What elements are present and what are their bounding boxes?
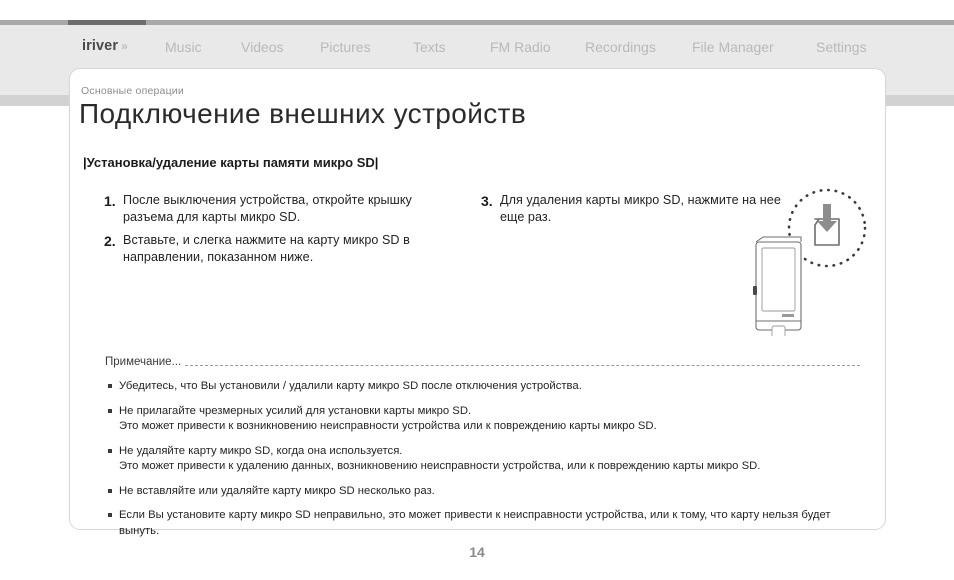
note-item: Не вставляйте или удаляйте карту микро S… <box>108 484 870 500</box>
heading-bar-right: | <box>374 155 379 170</box>
step-item: 3. Для удаления карты микро SD, нажмите н… <box>481 192 781 225</box>
section-heading: |Установка/удаление карты памяти микро S… <box>83 155 378 170</box>
bullet-square-icon <box>108 404 119 435</box>
step-item: 1. После выключения устройства, откройте … <box>104 192 449 225</box>
note-list: Убедитесь, что Вы установили / удалили к… <box>108 379 870 548</box>
nav-brand-iriver[interactable]: iriver» <box>82 38 128 54</box>
nav-item-file-manager[interactable]: File Manager <box>692 39 774 55</box>
nav-item-recordings[interactable]: Recordings <box>585 39 656 55</box>
nav-item-label: Texts <box>413 39 446 55</box>
note-text-line1: Не вставляйте или удаляйте карту микро S… <box>119 484 435 497</box>
steps-left-column: 1. После выключения устройства, откройте … <box>104 192 449 272</box>
device-illustration <box>742 186 872 340</box>
step-number: 3. <box>481 193 493 209</box>
nav-item-texts[interactable]: Texts <box>413 39 446 55</box>
nav-item-label: Videos <box>241 39 284 55</box>
note-divider <box>185 365 860 366</box>
note-text: Убедитесь, что Вы установили / удалили к… <box>119 379 582 395</box>
page-title: Подключение внешних устройств <box>79 98 527 129</box>
note-text: Если Вы установите карту микро SD неправ… <box>119 508 870 539</box>
note-text-line1: Не прилагайте чрезмерных усилий для уста… <box>119 404 472 417</box>
chevron-right-icon: » <box>121 39 128 53</box>
note-text: Не удаляйте карту микро SD, когда она ис… <box>119 444 760 475</box>
nav-item-pictures[interactable]: Pictures <box>320 39 371 55</box>
note-text: Не прилагайте чрезмерных усилий для уста… <box>119 404 657 435</box>
page-number: 14 <box>469 544 485 560</box>
section-heading-label: Установка/удаление карты памяти микро SD <box>86 155 375 170</box>
note-item: Убедитесь, что Вы установили / удалили к… <box>108 379 870 395</box>
nav-item-settings[interactable]: Settings <box>816 39 867 55</box>
bullet-square-icon <box>108 379 119 395</box>
nav-item-label: File Manager <box>692 39 774 55</box>
nav-item-music[interactable]: Music <box>165 39 202 55</box>
note-text-line2: Это может привести к удалению данных, во… <box>119 460 761 472</box>
device-control-pad <box>771 325 786 340</box>
step-number: 1. <box>104 193 116 209</box>
device-side-button <box>753 286 757 295</box>
note-text-line2: Это может привести к возникновению неисп… <box>119 420 657 432</box>
nav-item-label: FM Radio <box>490 39 551 55</box>
nav-item-fm-radio[interactable]: FM Radio <box>490 39 551 55</box>
step-item: 2. Вставьте, и слегка нажмите на карту ми… <box>104 232 449 265</box>
player-body <box>753 236 802 340</box>
note-text-line1: Не удаляйте карту микро SD, когда она ис… <box>119 444 403 457</box>
note-text-line1: Если Вы установите карту микро SD неправ… <box>119 509 831 537</box>
note-text-line1: Убедитесь, что Вы установили / удалили к… <box>119 380 582 392</box>
bullet-square-icon <box>108 484 119 500</box>
note-item: Не удаляйте карту микро SD, когда она ис… <box>108 444 870 475</box>
page-root: iriver» Music Videos Pictures Texts FM Radio… <box>0 0 954 580</box>
note-item: Если Вы установите карту микро SD неправ… <box>108 508 870 539</box>
device-illustration-svg <box>753 188 867 340</box>
bullet-square-icon <box>108 508 119 539</box>
steps-right-column: 3. Для удаления карты микро SD, нажмите н… <box>481 192 781 232</box>
step-number: 2. <box>104 233 116 249</box>
nav-item-label: Settings <box>816 39 867 55</box>
step-text: После выключения устройства, откройте кр… <box>123 193 412 224</box>
nav-item-videos[interactable]: Videos <box>241 39 284 55</box>
bullet-square-icon <box>108 444 119 475</box>
note-item: Не прилагайте чрезмерных усилий для уста… <box>108 404 870 435</box>
nav-brand-label: iriver <box>82 38 119 54</box>
nav-item-label: Music <box>165 39 202 55</box>
nav-item-label: Pictures <box>320 39 371 55</box>
step-text: Для удаления карты микро SD, нажмите на … <box>500 193 781 224</box>
note-label: Примечание... <box>105 356 187 368</box>
nav-item-label: Recordings <box>585 39 656 55</box>
note-text: Не вставляйте или удаляйте карту микро S… <box>119 484 435 500</box>
device-brand-mark <box>782 314 794 317</box>
step-text: Вставьте, и слегка нажмите на карту микр… <box>123 233 410 264</box>
page-kicker: Основные операции <box>81 85 184 97</box>
